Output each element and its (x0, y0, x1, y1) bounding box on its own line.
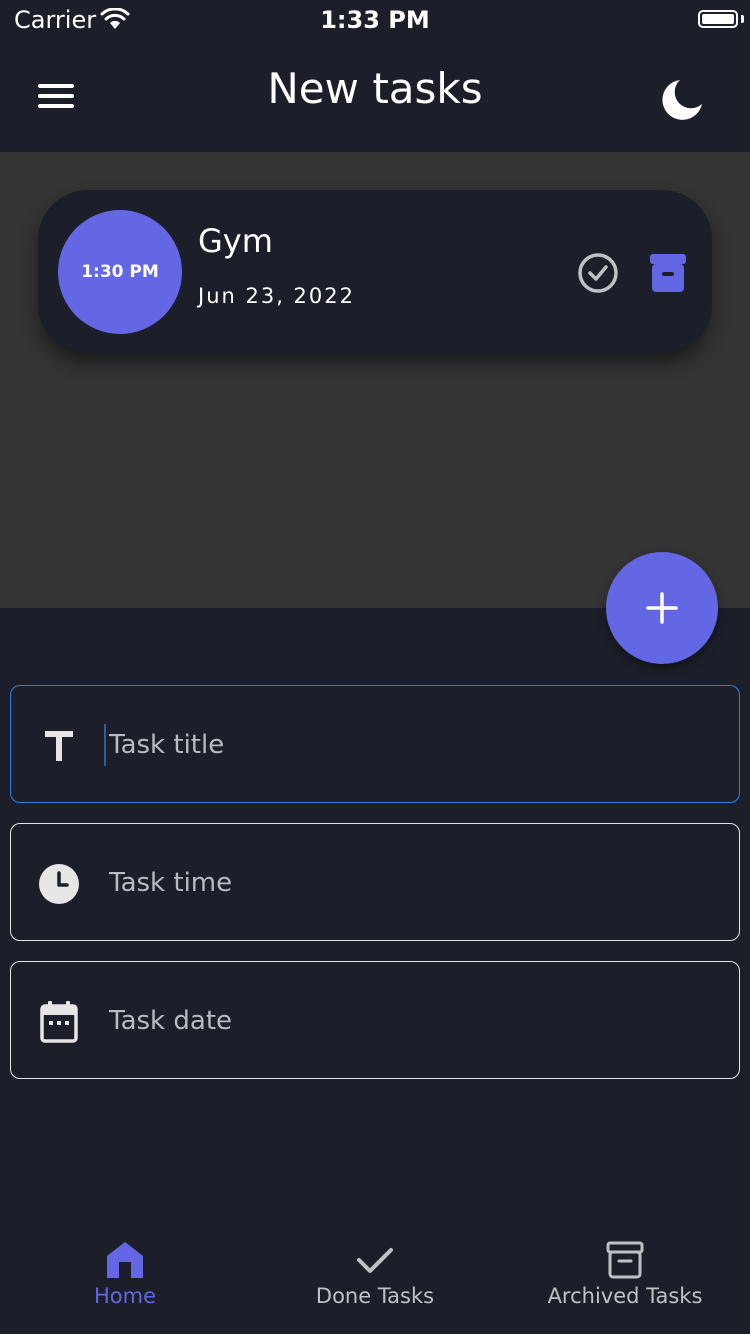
task-card[interactable]: 1:30 PM Gym Jun 23, 2022 (38, 190, 712, 354)
task-time-badge: 1:30 PM (58, 210, 182, 334)
plus-icon (646, 592, 678, 624)
task-date-input[interactable] (107, 996, 711, 1046)
nav-label-done-tasks: Done Tasks (315, 1284, 435, 1308)
archive-icon (606, 1241, 644, 1279)
task-title-field[interactable] (10, 685, 740, 803)
nav-item-home[interactable]: Home (0, 1230, 250, 1334)
calendar-icon (37, 1000, 81, 1044)
task-time: 1:30 PM (81, 262, 159, 282)
nav-label-archived-tasks: Archived Tasks (547, 1284, 703, 1308)
clock-icon (37, 862, 81, 906)
status-bar: Carrier 1:33 PM (0, 0, 750, 40)
home-icon (107, 1242, 143, 1278)
page-title: New tasks (267, 64, 483, 113)
task-title-input[interactable] (107, 720, 711, 770)
task-title: Gym (198, 222, 273, 260)
nav-item-archived-tasks[interactable]: Archived Tasks (500, 1230, 750, 1334)
battery-tip (741, 15, 744, 23)
title-icon (37, 724, 81, 768)
status-time: 1:33 PM (320, 6, 430, 34)
nav-item-done-tasks[interactable]: Done Tasks (250, 1230, 500, 1334)
task-date: Jun 23, 2022 (198, 284, 356, 308)
tasks-list: 1:30 PM Gym Jun 23, 2022 (0, 152, 750, 608)
archive-icon[interactable] (648, 252, 688, 294)
check-icon (357, 1248, 393, 1273)
bottom-nav: Home Done Tasks Archived Tasks (0, 1230, 750, 1334)
task-date-field[interactable] (10, 961, 740, 1079)
text-cursor (104, 724, 106, 766)
app-bar: New tasks (0, 40, 750, 152)
moon-icon[interactable] (658, 76, 706, 124)
check-circle-icon[interactable] (576, 251, 620, 295)
add-task-button[interactable] (606, 552, 718, 664)
nav-label-home: Home (93, 1284, 156, 1308)
task-time-input[interactable] (107, 858, 711, 908)
task-time-field[interactable] (10, 823, 740, 941)
battery-icon (698, 10, 738, 28)
